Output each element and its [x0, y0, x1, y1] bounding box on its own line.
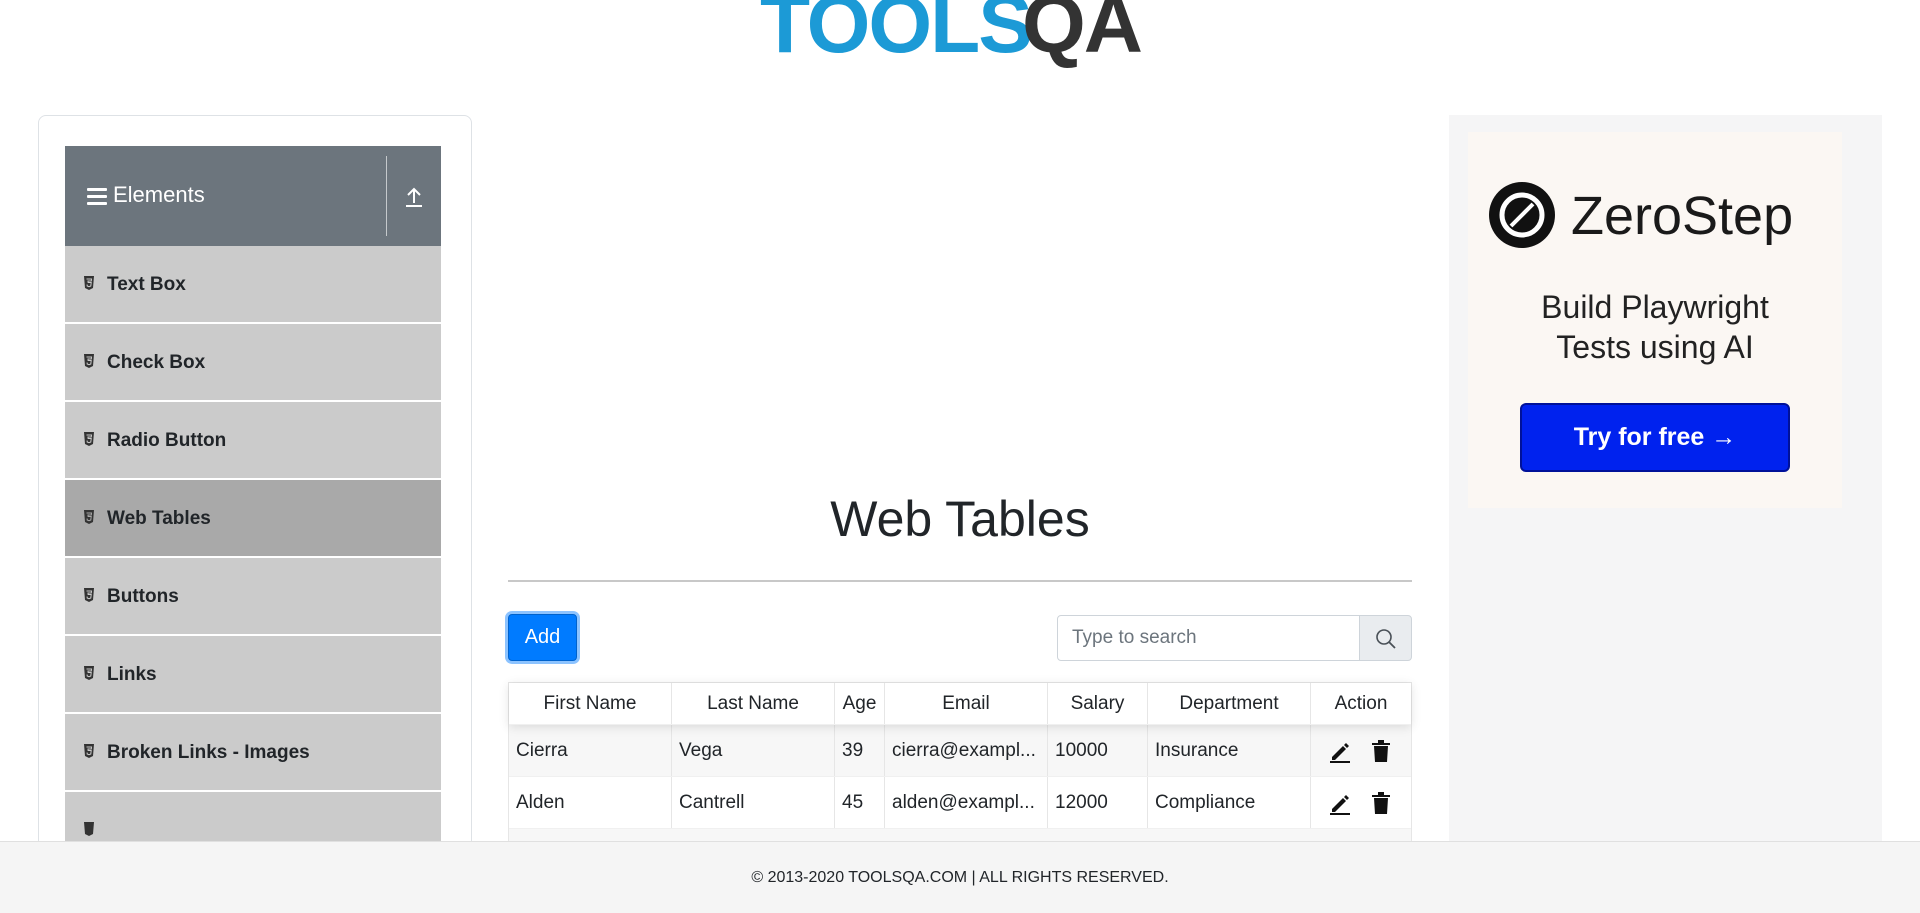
cell-department: Insurance: [1148, 725, 1311, 776]
title-divider: [508, 580, 1412, 582]
ad-brand: ZeroStep: [1571, 186, 1794, 246]
edit-icon[interactable]: [1328, 791, 1352, 815]
table-header-row: First Name Last Name Age Email Salary De…: [509, 683, 1411, 725]
collapse-arrow-icon[interactable]: [405, 186, 423, 208]
try-for-free-button[interactable]: Try for free →: [1520, 403, 1790, 472]
logo-text-tools: TOOLS: [760, 0, 1033, 70]
column-header[interactable]: First Name: [509, 683, 672, 724]
table-row: Cierra Vega 39 cierra@exampl... 10000 In…: [509, 725, 1411, 777]
ad-tagline-line1: Build Playwright: [1541, 289, 1769, 325]
cell-email: cierra@exampl...: [885, 725, 1048, 776]
cell-last-name: Cantrell: [672, 777, 835, 828]
sidebar-item-radio-button[interactable]: Radio Button: [65, 402, 441, 480]
table-row: Alden Cantrell 45 alden@exampl... 12000 …: [509, 777, 1411, 829]
search-input[interactable]: Type to search: [1057, 615, 1360, 661]
column-header[interactable]: Age: [835, 683, 885, 724]
sidebar-item-text-box[interactable]: Text Box: [65, 246, 441, 324]
sidebar-menu: Text Box Check Box Radio Button Web Tabl…: [65, 246, 441, 870]
html5-icon: [84, 666, 94, 680]
cell-first-name: Alden: [509, 777, 672, 828]
html5-icon: [84, 432, 94, 446]
sidebar-item-buttons[interactable]: Buttons: [65, 558, 441, 636]
ad-tagline: Build Playwright Tests using AI: [1468, 287, 1842, 367]
ad-tagline-line2: Tests using AI: [1556, 329, 1754, 365]
cell-action: [1311, 725, 1411, 776]
footer: © 2013-2020 TOOLSQA.COM | ALL RIGHTS RES…: [0, 841, 1920, 913]
sidebar-item-label: Text Box: [107, 274, 186, 295]
web-table: First Name Last Name Age Email Salary De…: [508, 682, 1412, 860]
edit-icon[interactable]: [1328, 739, 1352, 763]
group-title: Elements: [113, 182, 205, 207]
search-icon: [1376, 629, 1396, 649]
sidebar-item-label: Broken Links - Images: [107, 742, 310, 763]
sidebar-item-label: Web Tables: [107, 508, 211, 529]
cell-age: 39: [835, 725, 885, 776]
sidebar-item-check-box[interactable]: Check Box: [65, 324, 441, 402]
cell-salary: 12000: [1048, 777, 1148, 828]
column-header[interactable]: Email: [885, 683, 1048, 724]
sidebar-item-web-tables[interactable]: Web Tables: [65, 480, 441, 558]
column-header[interactable]: Last Name: [672, 683, 835, 724]
page-title: Web Tables: [830, 491, 1090, 547]
zerostep-logo-icon: [1489, 182, 1555, 248]
hamburger-icon: [87, 188, 107, 206]
cell-first-name: Cierra: [509, 725, 672, 776]
delete-icon[interactable]: [1370, 791, 1392, 815]
search-placeholder: Type to search: [1072, 627, 1197, 648]
search-button[interactable]: [1359, 615, 1412, 661]
sidebar-item-label: Buttons: [107, 586, 179, 607]
sidebar-item-broken-links-images[interactable]: Broken Links - Images: [65, 714, 441, 792]
column-header[interactable]: Salary: [1048, 683, 1148, 724]
cell-salary: 10000: [1048, 725, 1148, 776]
sidebar-item-label: Links: [107, 664, 157, 685]
html5-icon: [84, 510, 94, 524]
column-header[interactable]: Department: [1148, 683, 1311, 724]
logo-text-qa: QA: [1022, 0, 1143, 70]
html5-icon: [84, 276, 94, 290]
header-divider: [386, 156, 387, 236]
cell-action: [1311, 777, 1411, 828]
sidebar-item-label: Radio Button: [107, 430, 227, 451]
sidebar-item-label: Check Box: [107, 352, 206, 373]
cell-email: alden@exampl...: [885, 777, 1048, 828]
delete-icon[interactable]: [1370, 739, 1392, 763]
add-button[interactable]: Add: [508, 614, 577, 661]
cell-last-name: Vega: [672, 725, 835, 776]
toolsqa-logo[interactable]: TOOLS QA: [760, 0, 1165, 73]
cell-age: 45: [835, 777, 885, 828]
html5-icon: [84, 822, 94, 836]
html5-icon: [84, 354, 94, 368]
html5-icon: [84, 588, 94, 602]
elements-group-header[interactable]: Elements: [65, 146, 441, 246]
html5-icon: [84, 744, 94, 758]
cell-department: Compliance: [1148, 777, 1311, 828]
sidebar-item-links[interactable]: Links: [65, 636, 441, 714]
column-header: Action: [1334, 692, 1388, 714]
